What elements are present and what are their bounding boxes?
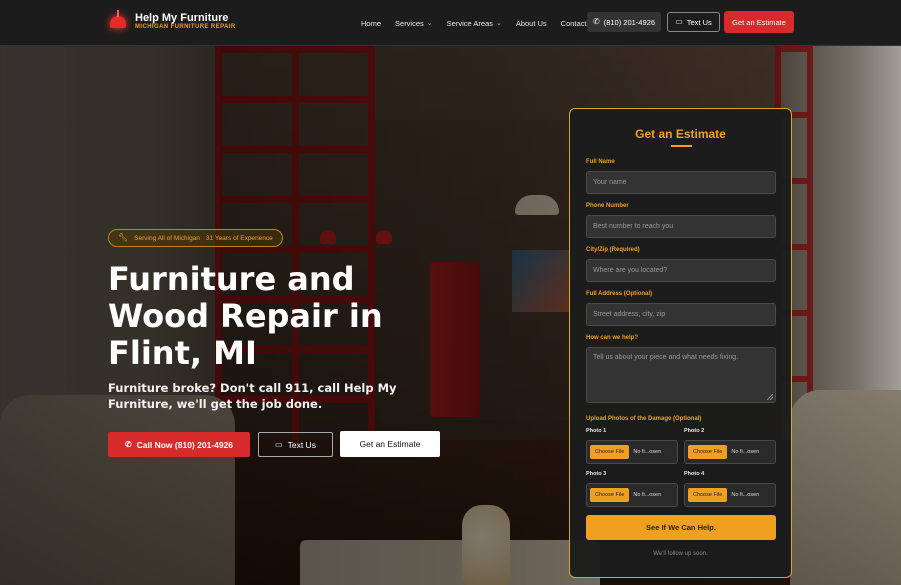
hero-subtitle: Furniture broke? Don't call 911, call He… xyxy=(108,381,397,411)
brand-name: Help My Furniture xyxy=(135,12,229,24)
call-now-button[interactable]: ✆ Call Now (810) 201-4926 xyxy=(108,432,250,457)
nav-item-services[interactable]: Services ⌄ xyxy=(395,19,433,28)
hero-title: Furniture and Wood Repair in Flint, MI xyxy=(108,260,383,372)
chat-icon: ▭ xyxy=(275,439,283,449)
photo-2-upload[interactable]: Choose File No fi...osen xyxy=(684,440,776,464)
choose-file-button[interactable]: Choose File xyxy=(590,488,630,502)
chevron-down-icon: ⌄ xyxy=(426,20,433,27)
chevron-down-icon: ⌄ xyxy=(495,20,502,27)
full-name-label: Full Name xyxy=(586,159,615,165)
photo-2-label: Photo 2 xyxy=(684,428,705,434)
choose-file-button[interactable]: Choose File xyxy=(688,445,728,459)
photo-4-label: Photo 4 xyxy=(684,471,705,477)
file-status: No fi...osen xyxy=(633,492,662,498)
resize-handle-icon[interactable] xyxy=(767,394,773,400)
follow-up-note: We'll follow up soon. xyxy=(653,551,708,557)
photo-4-upload[interactable]: Choose File No fi...osen xyxy=(684,483,776,507)
file-status: No fi...osen xyxy=(633,449,662,455)
full-name-input[interactable]: Your name xyxy=(586,171,776,194)
phone-input[interactable]: Best number to reach you xyxy=(586,215,776,238)
photo-1-label: Photo 1 xyxy=(586,428,607,434)
phone-icon: ✆ xyxy=(593,17,600,26)
form-title: Get an Estimate xyxy=(635,127,726,141)
header-text-us-label: Text Us xyxy=(686,17,712,27)
hero-badge: 🔧︎ Serving All of Michigan 31 Years of E… xyxy=(108,229,283,247)
text-us-label: Text Us xyxy=(287,439,316,450)
photo-3-label: Photo 3 xyxy=(586,471,607,477)
brand-tagline: MICHIGAN FURNITURE REPAIR xyxy=(135,24,236,30)
main-nav: Home Services ⌄ Service Areas ⌄ About Us C… xyxy=(361,0,601,46)
badge-serving: Serving All of Michigan xyxy=(134,234,200,242)
header-phone-label: (810) 201-4926 xyxy=(603,17,655,27)
header-phone-button[interactable]: ✆ (810) 201-4926 xyxy=(587,12,661,32)
city-zip-label: City/Zip (Required) xyxy=(586,247,640,253)
address-label: Full Address (Optional) xyxy=(586,291,653,297)
badge-experience: 31 Years of Experience xyxy=(205,234,273,242)
photos-label: Upload Photos of the Damage (Optional) xyxy=(586,416,702,422)
logo-icon xyxy=(107,10,129,32)
header-text-us-button[interactable]: ▭ Text Us xyxy=(667,12,720,32)
nav-item-label: Service Areas xyxy=(446,18,493,28)
nav-item-label: Services xyxy=(395,18,424,28)
logo-text: Help My Furniture MICHIGAN FURNITURE REP… xyxy=(135,12,236,30)
nav-item-label: Contact xyxy=(560,18,587,28)
form-title-underline xyxy=(671,145,692,147)
estimate-form: Get an Estimate Full Name Your name Phon… xyxy=(569,108,792,578)
nav-item-home[interactable]: Home xyxy=(361,19,381,28)
phone-label: Phone Number xyxy=(586,203,629,209)
choose-file-button[interactable]: Choose File xyxy=(590,445,630,459)
help-textarea[interactable]: Tell us about your piece and what needs … xyxy=(586,347,776,403)
nav-item-service-areas[interactable]: Service Areas ⌄ xyxy=(447,19,502,28)
wrench-icon: 🔧︎ xyxy=(118,233,129,242)
nav-item-label: About Us xyxy=(515,18,547,28)
nav-item-about-us[interactable]: About Us xyxy=(516,19,547,28)
file-status: No fi...osen xyxy=(731,449,760,455)
choose-file-button[interactable]: Choose File xyxy=(688,488,728,502)
text-us-button[interactable]: ▭ Text Us xyxy=(258,432,333,457)
phone-icon: ✆ xyxy=(124,439,132,449)
chat-icon: ▭ xyxy=(675,17,683,26)
help-label: How can we help? xyxy=(586,335,639,341)
file-status: No fi...osen xyxy=(731,492,760,498)
photo-1-upload[interactable]: Choose File No fi...osen xyxy=(586,440,678,464)
get-estimate-label: Get an Estimate xyxy=(359,439,421,449)
get-estimate-button[interactable]: Get an Estimate xyxy=(340,431,440,457)
help-placeholder: Tell us about your piece and what needs … xyxy=(593,354,739,361)
submit-button[interactable]: See If We Can Help. xyxy=(586,515,776,540)
call-now-label: Call Now (810) 201-4926 xyxy=(136,439,234,450)
address-input[interactable]: Street address, city, zip xyxy=(586,303,776,326)
nav-item-label: Home xyxy=(361,18,382,28)
site-header: Help My Furniture MICHIGAN FURNITURE REP… xyxy=(0,0,901,46)
header-estimate-button[interactable]: Get an Estimate xyxy=(724,11,794,33)
city-zip-input[interactable]: Where are you located? xyxy=(586,259,776,282)
photo-3-upload[interactable]: Choose File No fi...osen xyxy=(586,483,678,507)
header-estimate-label: Get an Estimate xyxy=(732,17,786,27)
nav-item-contact[interactable]: Contact xyxy=(561,19,587,28)
brand-logo[interactable]: Help My Furniture MICHIGAN FURNITURE REP… xyxy=(107,10,236,32)
